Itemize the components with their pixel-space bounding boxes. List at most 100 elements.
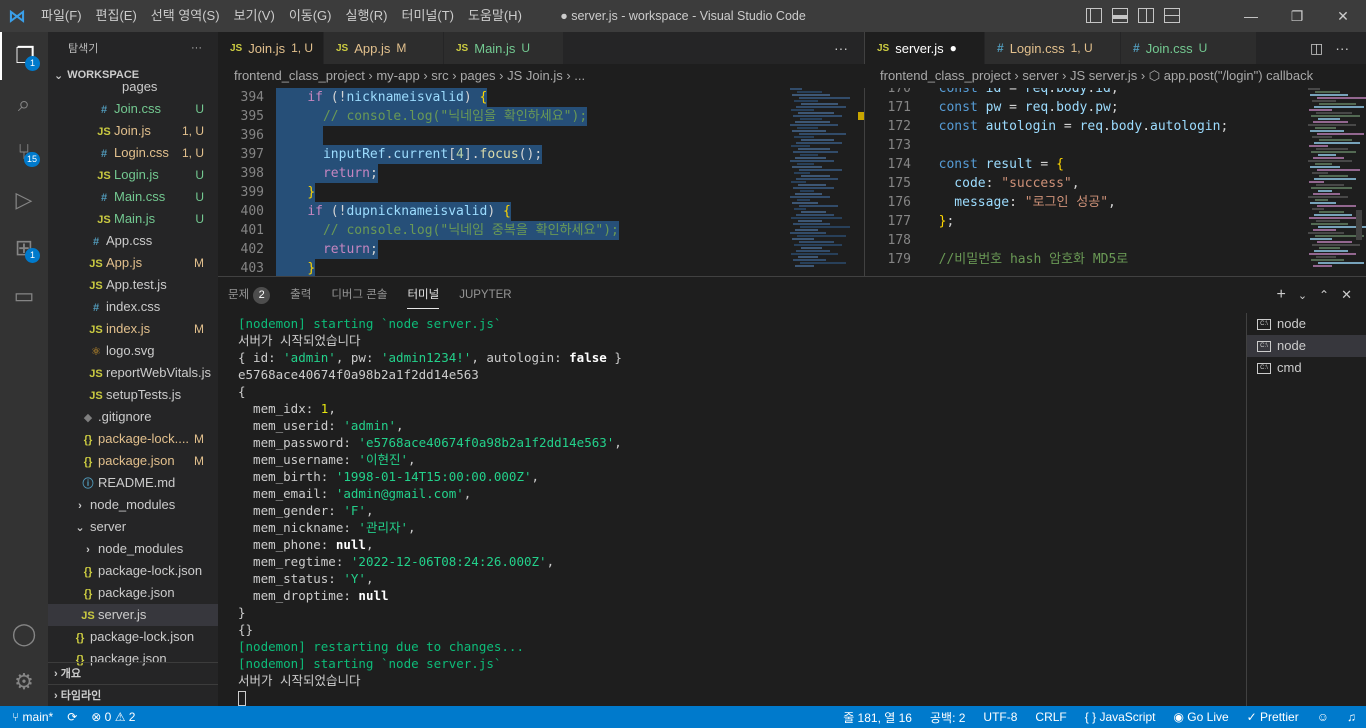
- tree-item[interactable]: {} package-lock.json: [48, 626, 218, 648]
- tree-item[interactable]: JS Join.js 1, U: [48, 120, 218, 142]
- editor-tab[interactable]: JS Main.js U: [444, 32, 564, 64]
- prettier-status[interactable]: ✓ Prettier: [1247, 710, 1299, 724]
- tree-item[interactable]: # App.css: [48, 230, 218, 252]
- tree-item[interactable]: {} package.json: [48, 582, 218, 604]
- tree-item[interactable]: JS server.js: [48, 604, 218, 626]
- git-status-badge: M: [194, 454, 204, 468]
- notifications-bell-icon[interactable]: ♫: [1347, 710, 1356, 724]
- language-mode[interactable]: { } JavaScript: [1085, 710, 1156, 724]
- outline-section[interactable]: › 개요: [48, 662, 218, 684]
- menu-item[interactable]: 파일(F): [34, 0, 89, 32]
- tree-item[interactable]: ⓘ README.md: [48, 472, 218, 494]
- tree-item[interactable]: # Main.css U: [48, 186, 218, 208]
- tree-item[interactable]: JS Main.js U: [48, 208, 218, 230]
- left-code-editor[interactable]: 394 if (!nicknameisvalid) { 395 // conso…: [218, 88, 786, 276]
- editor-tab[interactable]: JS Join.js 1, U: [218, 32, 324, 64]
- right-breadcrumb[interactable]: frontend_class_project › server › JS ser…: [880, 64, 1360, 88]
- eol-status[interactable]: CRLF: [1035, 710, 1066, 724]
- terminal-instance[interactable]: C:\ node: [1247, 335, 1366, 357]
- branch-status[interactable]: ⑂ main*: [12, 710, 53, 724]
- right-more-actions-button[interactable]: ···: [1335, 40, 1349, 56]
- tree-item[interactable]: {} package-lock.... M: [48, 428, 218, 450]
- timeline-section[interactable]: › 타임라인: [48, 684, 218, 706]
- tree-item[interactable]: › node_modules: [48, 538, 218, 560]
- left-minimap[interactable]: [786, 88, 850, 276]
- close-window-button[interactable]: ✕: [1320, 0, 1366, 32]
- toggle-secondary-sidebar-icon[interactable]: [1138, 8, 1154, 23]
- toggle-sidebar-icon[interactable]: [1086, 8, 1102, 23]
- minimap-line: [799, 169, 842, 171]
- menu-item[interactable]: 터미널(T): [394, 0, 460, 32]
- sync-icon[interactable]: ⟳: [67, 710, 77, 724]
- indentation-status[interactable]: 공백: 2: [930, 709, 965, 726]
- terminal-instance[interactable]: C:\ cmd: [1247, 357, 1366, 379]
- menu-item[interactable]: 선택 영역(S): [144, 0, 227, 32]
- maximize-panel-icon[interactable]: ⌃: [1319, 288, 1329, 302]
- terminal-prompt[interactable]: [238, 689, 1246, 706]
- editor-tab[interactable]: JS App.js M: [324, 32, 444, 64]
- tree-item[interactable]: JS reportWebVitals.js: [48, 362, 218, 384]
- settings-gear-icon[interactable]: ⚙: [0, 658, 48, 706]
- customize-layout-icon[interactable]: [1164, 8, 1180, 23]
- right-minimap[interactable]: [1304, 88, 1366, 276]
- encoding-status[interactable]: UTF-8: [983, 710, 1017, 724]
- new-terminal-icon[interactable]: +: [1276, 286, 1285, 304]
- problems-status[interactable]: ⊗ 0 ⚠ 2: [91, 710, 135, 724]
- tab-terminal[interactable]: 터미널: [397, 277, 449, 313]
- explorer-more-button[interactable]: ···: [191, 42, 202, 54]
- tab-output[interactable]: 출력: [280, 277, 321, 313]
- git-status-badge: 1, U: [181, 146, 204, 160]
- tree-item-label: Main.css: [114, 189, 166, 204]
- toggle-panel-icon[interactable]: [1112, 8, 1128, 23]
- explorer-icon[interactable]: ❐ 1: [0, 32, 48, 80]
- tree-item[interactable]: › node_modules: [48, 494, 218, 516]
- right-code-editor[interactable]: 170 const id = req.body.id; 171 const pw…: [864, 88, 1304, 276]
- tab-jupyter[interactable]: JUPYTER: [449, 277, 521, 313]
- tree-item[interactable]: JS Login.js U: [48, 164, 218, 186]
- tree-item[interactable]: JS setupTests.js: [48, 384, 218, 406]
- minimize-button[interactable]: —: [1228, 0, 1274, 32]
- tree-item[interactable]: ⚛ logo.svg: [48, 340, 218, 362]
- terminal-output[interactable]: [nodemon] starting `node server.js` 서버가 시…: [238, 315, 1246, 707]
- left-breadcrumb[interactable]: frontend_class_project › my-app › src › …: [234, 64, 854, 88]
- search-icon[interactable]: ⌕: [0, 80, 48, 128]
- accounts-icon[interactable]: ◯: [0, 610, 48, 658]
- restore-button[interactable]: ❐: [1274, 0, 1320, 32]
- tree-item[interactable]: {} package-lock.json: [48, 560, 218, 582]
- left-more-actions-button[interactable]: ···: [834, 40, 848, 56]
- menu-item[interactable]: 실행(R): [339, 0, 395, 32]
- go-live-button[interactable]: ◉ Go Live: [1173, 710, 1228, 724]
- source-control-icon[interactable]: ⑂ 15: [0, 128, 48, 176]
- cursor-position[interactable]: 줄 181, 열 16: [843, 709, 912, 726]
- account-icon[interactable]: ☺: [1317, 710, 1329, 724]
- tree-item[interactable]: JS index.js M: [48, 318, 218, 340]
- tree-item[interactable]: JS App.test.js: [48, 274, 218, 296]
- terminal-instance[interactable]: C:\ node: [1247, 313, 1366, 335]
- editor-tab[interactable]: # Login.css 1, U: [985, 32, 1121, 64]
- menu-item[interactable]: 도움말(H): [461, 0, 529, 32]
- tree-item[interactable]: # Login.css 1, U: [48, 142, 218, 164]
- editor-tab[interactable]: # Join.css U: [1121, 32, 1257, 64]
- tree-item[interactable]: # index.css: [48, 296, 218, 318]
- tree-item[interactable]: ⌄ server: [48, 516, 218, 538]
- extensions-icon[interactable]: ⊞ 1: [0, 224, 48, 272]
- terminal-dropdown-chevron-icon[interactable]: ⌄: [1298, 289, 1307, 302]
- tree-item[interactable]: JS App.js M: [48, 252, 218, 274]
- tab-problems[interactable]: 문제 2: [218, 277, 280, 313]
- tree-item[interactable]: ◆ .gitignore: [48, 406, 218, 428]
- menu-item[interactable]: 편집(E): [89, 0, 144, 32]
- run-debug-icon[interactable]: ▷: [0, 176, 48, 224]
- remote-explorer-icon[interactable]: ▭: [0, 272, 48, 320]
- unsaved-dot-icon[interactable]: ●: [950, 41, 957, 55]
- close-panel-icon[interactable]: ✕: [1341, 287, 1352, 303]
- menu-item[interactable]: 보기(V): [227, 0, 282, 32]
- menu-item[interactable]: 이동(G): [282, 0, 339, 32]
- file-type-icon: #: [100, 192, 108, 204]
- tree-item[interactable]: pages: [48, 76, 218, 98]
- split-editor-icon[interactable]: ◫: [1310, 40, 1323, 57]
- tree-item[interactable]: # Join.css U: [48, 98, 218, 120]
- tree-item[interactable]: {} package.json M: [48, 450, 218, 472]
- editor-tab[interactable]: JS server.js ●: [865, 32, 985, 64]
- tab-debug-console[interactable]: 디버그 콘솔: [321, 277, 397, 313]
- right-scrollbar[interactable]: [1356, 210, 1362, 240]
